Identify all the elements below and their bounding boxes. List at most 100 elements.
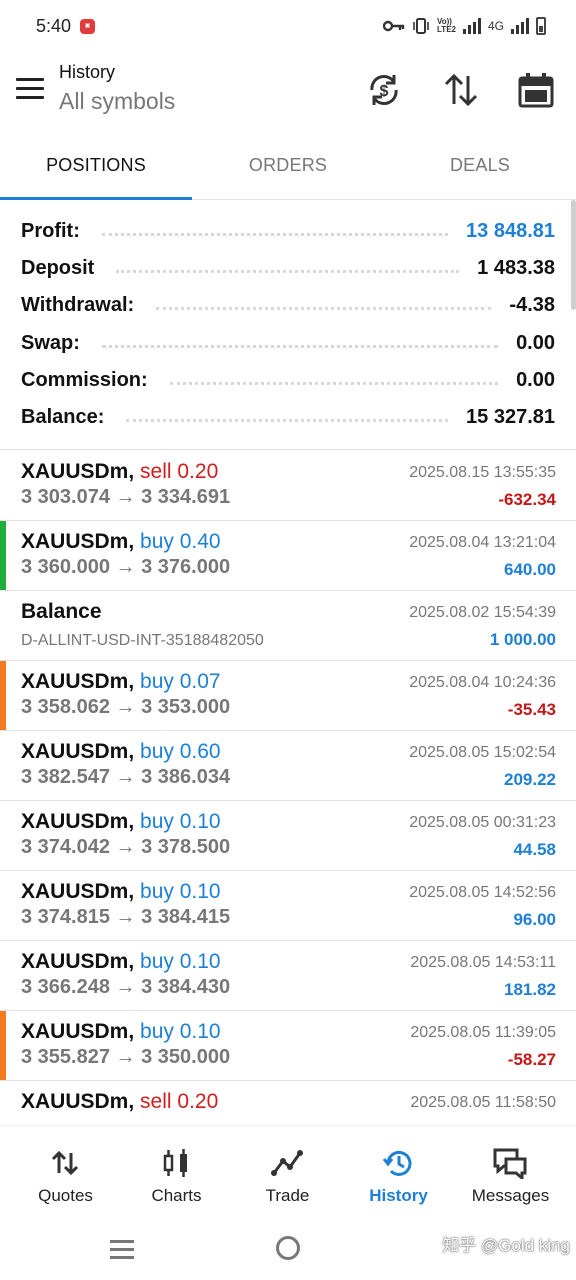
row-profit: 640.00 [504,560,556,579]
home-button[interactable] [276,1236,300,1260]
row-profit: 1 000.00 [489,630,556,649]
nav-label: Charts [151,1186,202,1205]
list-item[interactable]: XAUUSDm, buy 0.10 3 366.248 → 3 384.430 … [0,941,576,1011]
signal-2-icon [511,18,529,34]
trade-icon [271,1150,303,1176]
deposit-value: 1 483.38 [477,256,555,279]
list-item[interactable]: XAUUSDm, buy 0.10 3 374.042 → 3 378.500 … [0,801,576,871]
app-bar: History All symbols $ [0,54,576,134]
menu-icon[interactable] [16,78,44,100]
row-prices: 3 374.042 → 3 378.500 [21,836,231,858]
row-side: buy 0.10 [140,950,221,973]
nav-history[interactable]: History [341,1127,456,1221]
row-time: 2025.08.05 14:52:56 [409,884,556,901]
scrollbar[interactable] [571,200,576,310]
summary-panel: Profit: 13 848.81 Deposit 1 483.38 Withd… [0,200,576,450]
recents-button[interactable] [110,1240,134,1264]
history-icon [382,1150,412,1176]
messages-icon [493,1148,527,1179]
tab-deals[interactable]: DEALS [384,134,576,198]
row-time: 2025.08.02 15:54:39 [409,604,556,621]
dotted-leader [101,232,449,236]
row-profit: 209.22 [504,770,556,789]
row-symbol: XAUUSDm, [21,1020,135,1043]
nav-label: History [369,1186,428,1205]
row-time: 2025.08.04 13:21:04 [409,534,556,551]
nav-label: Messages [471,1186,550,1205]
row-profit: -58.27 [507,1050,556,1069]
withdrawal-value: -4.38 [509,293,555,316]
summary-balance: Balance: 15 327.81 [21,399,555,435]
charts-icon [163,1149,187,1177]
nav-label: Quotes [38,1186,93,1205]
row-symbol: XAUUSDm, [21,880,135,903]
commission-label: Commission: [21,368,148,391]
list-item[interactable]: Balance D-ALLINT-USD-INT-35188482050 202… [0,591,576,661]
signal-icon [462,18,481,34]
dotted-leader [169,381,499,385]
balance-label: Balance: [21,405,105,428]
list-item[interactable]: XAUUSDm, buy 0.10 3 374.815 → 3 384.415 … [0,871,576,941]
watermark: 知乎 @Gold king [442,1236,570,1255]
row-marker [0,521,6,590]
row-prices: 3 360.000 → 3 376.000 [21,556,231,578]
row-comment: D-ALLINT-USD-INT-35188482050 [21,632,264,649]
page-title: History [59,62,116,82]
list-item[interactable]: XAUUSDm, buy 0.60 3 382.547 → 3 386.034 … [0,731,576,801]
sort-icon[interactable] [441,70,481,110]
nav-messages[interactable]: Messages [453,1127,568,1221]
list-item[interactable]: XAUUSDm, buy 0.10 3 355.827 → 3 350.000 … [0,1011,576,1081]
tab-orders[interactable]: ORDERS [192,134,384,198]
row-prices: 3 374.815 → 3 384.415 [21,906,231,928]
app-notification-icon: ▣ [80,19,95,34]
summary-swap: Swap: 0.00 [21,325,555,361]
nav-trade[interactable]: Trade [230,1127,345,1221]
dotted-leader [126,418,449,422]
status-time: 5:40 [36,16,72,36]
summary-withdrawal: Withdrawal: -4.38 [21,287,555,323]
row-side: buy 0.10 [140,880,221,903]
row-side: buy 0.40 [140,530,221,553]
key-icon [383,20,405,32]
row-symbol: XAUUSDm, [21,740,135,763]
row-symbol: XAUUSDm, [21,950,135,973]
list-item[interactable]: XAUUSDm, buy 0.40 3 360.000 → 3 376.000 … [0,521,576,591]
row-time: 2025.08.05 00:31:23 [409,814,556,831]
nav-quotes[interactable]: Quotes [8,1127,123,1221]
row-marker [0,661,6,730]
row-profit: -632.34 [498,490,556,509]
status-icons: Vo)) LTE2 4G [383,14,546,38]
commission-value: 0.00 [516,368,555,391]
withdrawal-label: Withdrawal: [21,293,135,316]
summary-profit: Profit: 13 848.81 [21,213,555,249]
refresh-dollar-icon[interactable]: $ [364,70,404,110]
dotted-leader [101,344,499,348]
dotted-leader [156,306,492,310]
quotes-icon [51,1150,79,1176]
nav-label: Trade [265,1186,310,1205]
symbol-filter[interactable]: All symbols [59,88,175,115]
row-symbol: XAUUSDm, [21,810,135,833]
row-side: buy 0.10 [140,1020,221,1043]
positions-list[interactable]: XAUUSDm, sell 0.20 3 303.074 → 3 334.691… [0,451,576,1127]
list-item[interactable]: XAUUSDm, sell 0.20 2025.08.05 11:58:50 [0,1081,576,1127]
status-bar: 5:40 ▣ Vo)) LTE2 4G [0,0,576,54]
network-type: 4G [487,19,504,33]
list-item[interactable]: XAUUSDm, buy 0.07 3 358.062 → 3 353.000 … [0,661,576,731]
dotted-leader [116,269,460,273]
summary-deposit: Deposit 1 483.38 [21,250,555,286]
row-time: 2025.08.05 15:02:54 [409,744,556,761]
row-marker [0,1011,6,1080]
volte-label: Vo)) LTE2 [437,17,456,34]
calendar-icon[interactable] [516,70,556,110]
swap-label: Swap: [21,331,80,354]
tab-bar: POSITIONS ORDERS DEALS [0,134,576,200]
row-prices: 3 355.827 → 3 350.000 [21,1046,231,1068]
row-time: 2025.08.05 11:39:05 [410,1024,556,1041]
nav-charts[interactable]: Charts [119,1127,234,1221]
row-profit: 96.00 [513,910,556,929]
tab-positions[interactable]: POSITIONS [0,134,192,198]
list-item[interactable]: XAUUSDm, sell 0.20 3 303.074 → 3 334.691… [0,451,576,521]
row-profit: 181.82 [504,980,556,999]
battery-icon [536,17,546,35]
